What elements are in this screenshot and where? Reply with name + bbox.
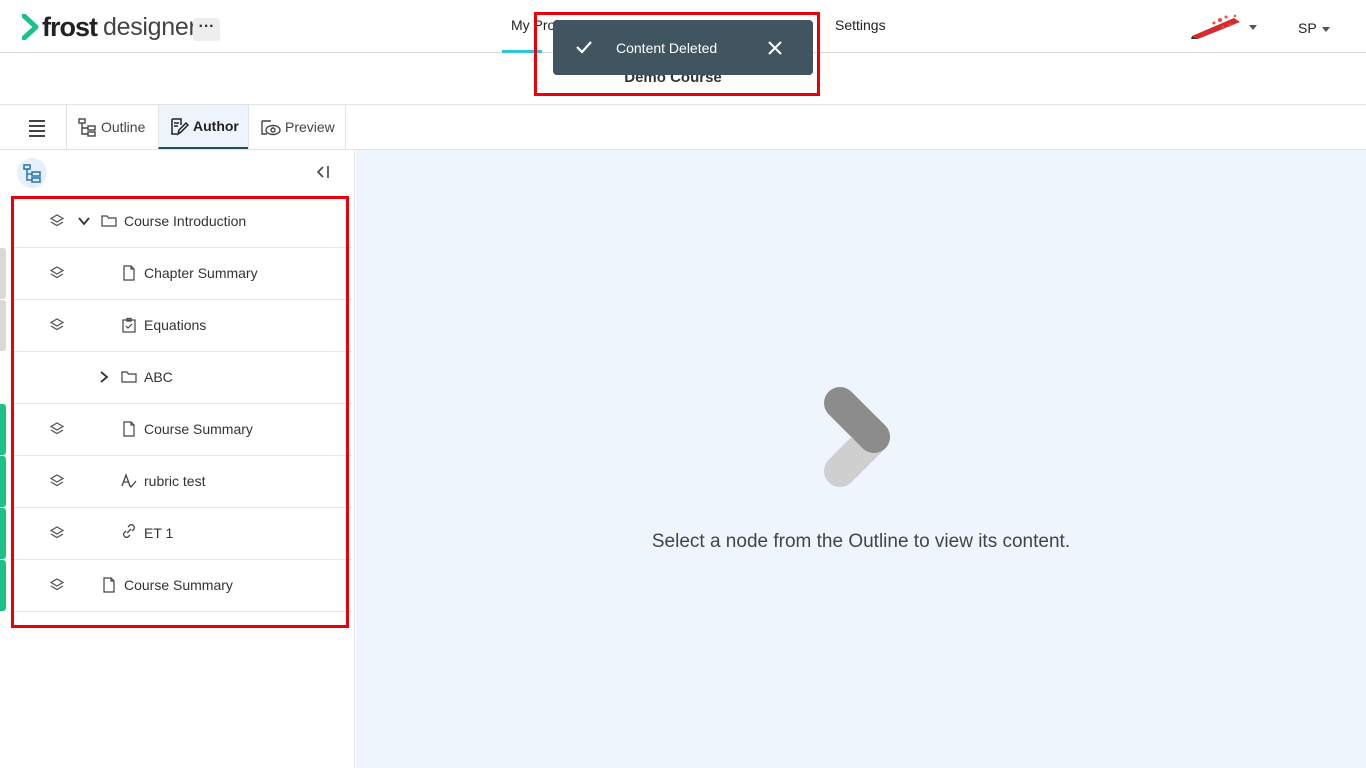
toast-notification: Content Deleted [553,20,813,75]
brand-bold: frost [42,12,98,42]
page-icon [123,421,135,437]
tree-icon [23,164,41,183]
layers-icon[interactable] [50,266,64,280]
empty-state-message: Select a node from the Outline to view i… [651,531,1071,552]
tree-node-chapter-summary[interactable]: Chapter Summary [0,248,352,300]
status-bar [0,300,6,351]
tree-node-label: Equations [144,317,207,333]
tree-view-toggle[interactable] [17,158,47,188]
status-bar [0,404,6,455]
status-bar [0,456,6,507]
tree-node-equations[interactable]: Equations [0,300,352,352]
outline-sidebar: Course Introduction Chapter Summary Equa… [0,150,355,768]
more-options-button[interactable]: ··· [193,18,220,41]
folder-icon [121,371,137,383]
page-icon [123,265,135,281]
menu-icon[interactable] [29,120,45,137]
frost-designer-logo[interactable]: frost designer [22,12,197,42]
tree-node-label: ET 1 [144,525,174,541]
edit-document-icon [171,118,189,136]
logo-chevron-icon [22,14,39,40]
close-icon[interactable] [767,40,783,56]
page-icon [103,577,115,593]
tree-node-rubric-test[interactable]: rubric test [0,456,352,508]
layers-icon[interactable] [50,214,64,228]
rubric-icon [121,473,137,488]
tab-label: Author [193,118,239,134]
tree-node-label: Course Summary [124,577,233,593]
tree-node-course-summary-root[interactable]: Course Summary [0,560,352,612]
tree-node-label: ABC [144,369,173,385]
tab-author[interactable]: Author [158,105,248,149]
status-bar [0,248,6,299]
layers-icon[interactable] [50,318,64,332]
tab-preview[interactable]: Preview [248,105,346,149]
tab-outline[interactable]: Outline [66,105,158,149]
layers-icon[interactable] [50,422,64,436]
tree-node-label: Course Introduction [124,213,247,229]
tree-node-et-1[interactable]: ET 1 [0,508,352,560]
toast-message: Content Deleted [616,40,718,56]
frost-chevron-logo-icon [824,387,890,487]
user-menu[interactable]: SP [1298,20,1317,36]
tree-node-label: Chapter Summary [144,265,258,281]
collapse-sidebar-icon[interactable] [315,164,331,180]
brand-light: designer [103,13,197,41]
layers-icon[interactable] [50,526,64,540]
editor-tabs: Outline Author Preview [0,105,1366,150]
chevron-down-icon[interactable] [1249,25,1257,30]
tree-node-label: rubric test [144,473,206,489]
preview-eye-icon [261,120,281,136]
link-icon [123,524,135,538]
outline-tree-icon [78,118,96,137]
outline-tree: Course Introduction Chapter Summary Equa… [0,196,355,612]
chevron-right-icon[interactable] [98,371,110,383]
check-icon [576,41,592,54]
tree-node-course-summary[interactable]: Course Summary [0,404,352,456]
status-bar [0,560,6,611]
tree-node-course-introduction[interactable]: Course Introduction [12,196,352,248]
tab-label: Outline [101,119,146,135]
tree-node-abc[interactable]: ABC [12,352,352,404]
chevron-down-icon[interactable] [78,215,90,227]
tree-node-label: Course Summary [144,421,253,437]
layers-icon[interactable] [50,578,64,592]
pencil-logo-icon[interactable] [1190,12,1244,40]
chevron-down-icon[interactable] [1322,27,1330,32]
tab-label: Preview [285,119,335,135]
nav-my-projects[interactable]: My Pro [511,17,555,33]
folder-icon [101,215,117,227]
assessment-checkbox-icon [122,317,136,333]
layers-icon[interactable] [50,474,64,488]
status-bar [0,508,6,559]
nav-settings[interactable]: Settings [835,17,886,33]
